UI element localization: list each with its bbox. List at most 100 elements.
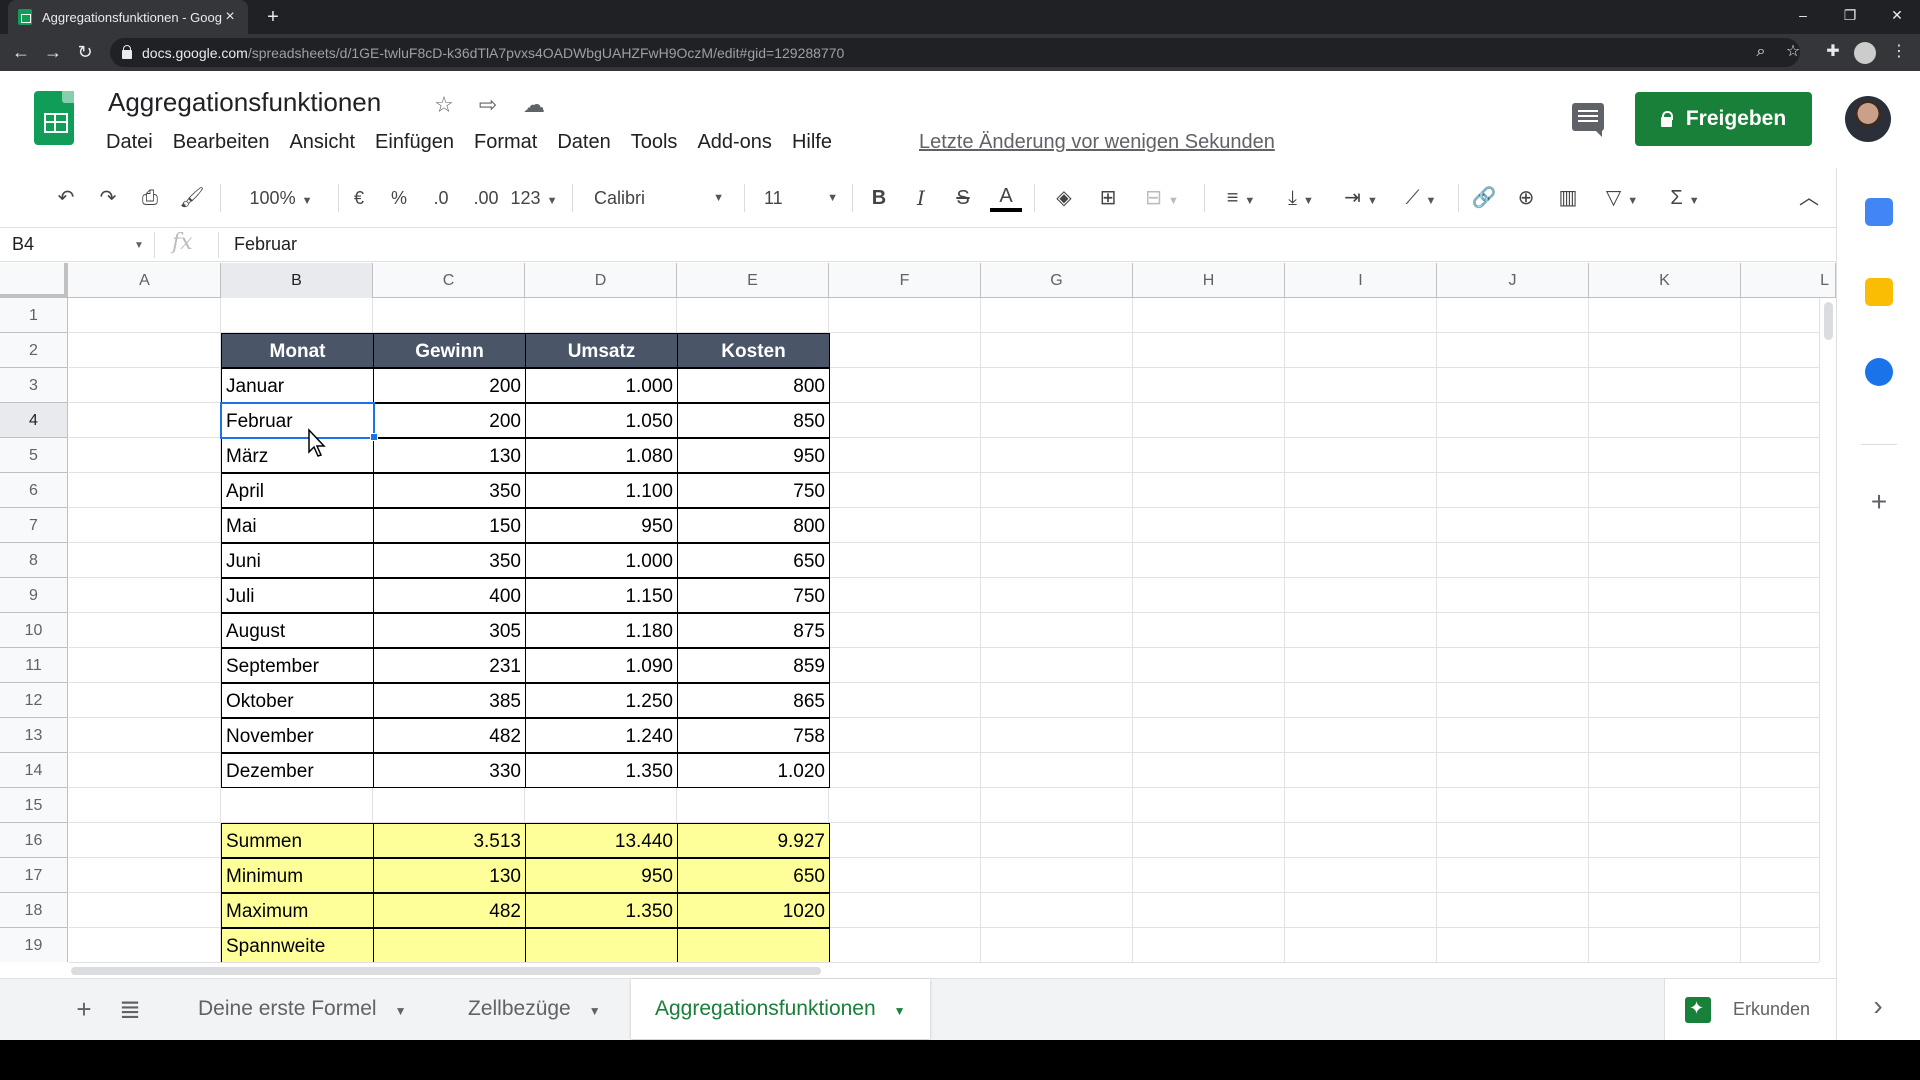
- cell-kosten[interactable]: 758: [677, 718, 830, 753]
- menu-daten[interactable]: Daten: [557, 131, 610, 154]
- last-edit-link[interactable]: Letzte Änderung vor wenigen Sekunden: [919, 131, 1275, 154]
- bookmark-star-icon[interactable]: ☆: [1780, 39, 1806, 65]
- cell-monat[interactable]: August: [221, 613, 374, 648]
- cell-gewinn[interactable]: 200: [373, 403, 526, 438]
- summary-cell-monat[interactable]: Spannweite: [221, 928, 374, 962]
- select-all-corner[interactable]: [0, 263, 68, 298]
- row-header-12[interactable]: 12: [0, 683, 67, 718]
- column-header-g[interactable]: G: [981, 263, 1133, 298]
- cell-umsatz[interactable]: 1.350: [525, 753, 678, 788]
- filter-icon[interactable]: ▽ ▼: [1594, 182, 1650, 214]
- row-header-9[interactable]: 9: [0, 578, 67, 613]
- extensions-icon[interactable]: ✚: [1820, 39, 1846, 65]
- currency-format-button[interactable]: €: [346, 182, 372, 214]
- cell-gewinn[interactable]: 150: [373, 508, 526, 543]
- cell-monat[interactable]: Januar: [221, 368, 374, 403]
- text-rotation-icon[interactable]: ⟋ ▼: [1396, 182, 1446, 214]
- horizontal-scroll-thumb[interactable]: [71, 967, 821, 975]
- insert-comment-icon[interactable]: ⊕: [1510, 182, 1542, 214]
- forward-arrow-icon[interactable]: →: [40, 39, 66, 65]
- menu-format[interactable]: Format: [474, 131, 537, 154]
- vertical-scrollbar[interactable]: [1819, 298, 1836, 962]
- browser-profile-avatar[interactable]: [1854, 42, 1876, 64]
- share-button[interactable]: Freigeben: [1635, 92, 1812, 146]
- new-tab-button[interactable]: +: [260, 4, 286, 30]
- document-title[interactable]: Aggregationsfunktionen: [108, 87, 381, 118]
- row-header-18[interactable]: 18: [0, 893, 67, 928]
- summary-cell-gewinn[interactable]: 482: [373, 893, 526, 928]
- browser-tab[interactable]: Aggregationsfunktionen - Googl ×: [8, 0, 248, 34]
- row-header-7[interactable]: 7: [0, 508, 67, 543]
- summary-cell-kosten[interactable]: 650: [677, 858, 830, 893]
- cell-gewinn[interactable]: 482: [373, 718, 526, 753]
- fill-handle[interactable]: [370, 433, 378, 441]
- row-header-1[interactable]: 1: [0, 298, 67, 333]
- cell-kosten[interactable]: 950: [677, 438, 830, 473]
- cell-kosten[interactable]: 1.020: [677, 753, 830, 788]
- row-header-17[interactable]: 17: [0, 858, 67, 893]
- summary-cell-umsatz[interactable]: [525, 928, 678, 962]
- text-color-button[interactable]: A: [990, 182, 1022, 212]
- reload-icon[interactable]: ↻: [72, 39, 98, 65]
- summary-cell-monat[interactable]: Summen: [221, 823, 374, 858]
- cell-monat[interactable]: Juli: [221, 578, 374, 613]
- paint-format-icon[interactable]: 🖌: [176, 182, 208, 214]
- column-header-b[interactable]: B: [221, 263, 373, 298]
- column-header-l[interactable]: L: [1741, 263, 1836, 298]
- cell-gewinn[interactable]: 350: [373, 543, 526, 578]
- tasks-icon[interactable]: [1865, 358, 1893, 386]
- insert-link-icon[interactable]: 🔗: [1468, 182, 1500, 214]
- column-header-c[interactable]: C: [373, 263, 525, 298]
- row-header-16[interactable]: 16: [0, 823, 67, 858]
- insert-chart-icon[interactable]: ▥: [1552, 182, 1584, 214]
- summary-cell-kosten[interactable]: [677, 928, 830, 962]
- cell-umsatz[interactable]: 1.240: [525, 718, 678, 753]
- cell-kosten[interactable]: 750: [677, 473, 830, 508]
- user-avatar[interactable]: [1845, 96, 1891, 142]
- menu-hilfe[interactable]: Hilfe: [792, 131, 832, 154]
- tab-close-icon[interactable]: ×: [222, 8, 238, 26]
- address-bar[interactable]: docs.google.com /spreadsheets/d/1GE-twlu…: [110, 38, 1800, 67]
- summary-cell-gewinn[interactable]: [373, 928, 526, 962]
- cell-umsatz[interactable]: 1.090: [525, 648, 678, 683]
- cell-umsatz[interactable]: 1.080: [525, 438, 678, 473]
- more-formats-button[interactable]: 123 ▼: [508, 182, 560, 214]
- calendar-icon[interactable]: [1865, 198, 1893, 226]
- column-header-h[interactable]: H: [1133, 263, 1285, 298]
- header-cell-umsatz[interactable]: Umsatz: [525, 333, 678, 368]
- row-header-19[interactable]: 19: [0, 928, 67, 962]
- browser-menu-icon[interactable]: ⋮: [1886, 39, 1912, 65]
- merge-cells-icon[interactable]: ⊟ ▼: [1136, 182, 1188, 214]
- horizontal-align-icon[interactable]: ≡ ▼: [1216, 182, 1266, 214]
- close-window-button[interactable]: ✕: [1874, 0, 1920, 30]
- explore-button[interactable]: Erkunden: [1664, 979, 1836, 1040]
- menu-addons[interactable]: Add-ons: [697, 131, 772, 154]
- star-icon[interactable]: ☆: [430, 91, 458, 119]
- cell-gewinn[interactable]: 200: [373, 368, 526, 403]
- cell-umsatz[interactable]: 1.000: [525, 543, 678, 578]
- row-header-5[interactable]: 5: [0, 438, 67, 473]
- cell-umsatz[interactable]: 1.100: [525, 473, 678, 508]
- vertical-scroll-thumb[interactable]: [1824, 302, 1833, 340]
- sheets-logo-icon[interactable]: [34, 91, 74, 145]
- row-header-15[interactable]: 15: [0, 788, 67, 823]
- cell-gewinn[interactable]: 305: [373, 613, 526, 648]
- keep-icon[interactable]: [1865, 278, 1893, 306]
- cell-umsatz[interactable]: 1.250: [525, 683, 678, 718]
- cell-gewinn[interactable]: 400: [373, 578, 526, 613]
- column-header-d[interactable]: D: [525, 263, 677, 298]
- row-header-3[interactable]: 3: [0, 368, 67, 403]
- row-header-8[interactable]: 8: [0, 543, 67, 578]
- header-cell-monat[interactable]: Monat: [221, 333, 374, 368]
- summary-cell-umsatz[interactable]: 950: [525, 858, 678, 893]
- cloud-status-icon[interactable]: ☁: [520, 91, 548, 119]
- cell-kosten[interactable]: 859: [677, 648, 830, 683]
- move-folder-icon[interactable]: ⇨: [474, 91, 502, 119]
- cell-monat[interactable]: September: [221, 648, 374, 683]
- cell-monat[interactable]: Oktober: [221, 683, 374, 718]
- collapse-toolbar-icon[interactable]: ︿: [1794, 182, 1824, 214]
- summary-cell-gewinn[interactable]: 3.513: [373, 823, 526, 858]
- cell-gewinn[interactable]: 330: [373, 753, 526, 788]
- cell-monat[interactable]: Juni: [221, 543, 374, 578]
- menu-bearbeiten[interactable]: Bearbeiten: [173, 131, 270, 154]
